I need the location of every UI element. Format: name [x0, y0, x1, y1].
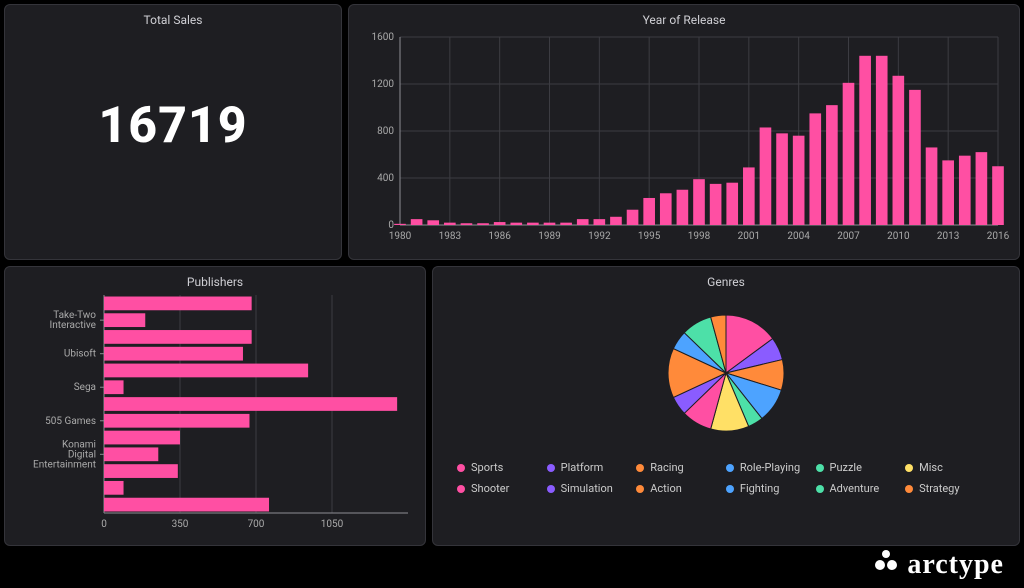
svg-text:700: 700: [248, 519, 265, 530]
legend-dot-icon: [547, 464, 555, 472]
legend-label: Racing: [650, 461, 683, 474]
svg-text:2010: 2010: [887, 231, 910, 242]
legend-label: Misc: [919, 461, 943, 474]
year-bar-chart: 0 400 800 1200 1600 1980 1983 1986 1989 1992 1995 1…: [354, 27, 1014, 247]
svg-text:Ubisoft: Ubisoft: [64, 348, 96, 360]
legend-dot-icon: [547, 485, 555, 493]
svg-text:1998: 1998: [688, 231, 711, 242]
svg-text:2001: 2001: [738, 231, 760, 242]
svg-text:1200: 1200: [372, 79, 395, 90]
svg-text:1600: 1600: [372, 32, 395, 43]
svg-text:Sega: Sega: [74, 382, 96, 393]
legend-label: Action: [650, 482, 682, 495]
card-total-sales: Total Sales 16719: [4, 4, 342, 260]
legend-dot-icon: [457, 464, 465, 472]
svg-text:350: 350: [172, 519, 189, 530]
legend-item[interactable]: Adventure: [816, 478, 906, 499]
legend-item[interactable]: Strategy: [905, 478, 995, 499]
legend-item[interactable]: Puzzle: [816, 457, 906, 478]
legend-item[interactable]: Action: [636, 478, 726, 499]
legend-dot-icon: [905, 464, 913, 472]
svg-text:2016: 2016: [987, 231, 1010, 242]
brand-logo: arctype: [873, 548, 1004, 582]
card-title: Total Sales: [5, 13, 341, 27]
legend-dot-icon: [457, 485, 465, 493]
svg-text:2004: 2004: [787, 231, 810, 242]
svg-text:1986: 1986: [488, 231, 511, 242]
legend-item[interactable]: Simulation: [547, 478, 637, 499]
legend-dot-icon: [726, 485, 734, 493]
genres-legend: Sports Platform Racing Role-Playing Puzzle Mi…: [433, 457, 1019, 511]
card-title: Year of Release: [349, 13, 1019, 27]
svg-text:2013: 2013: [937, 231, 959, 242]
svg-text:800: 800: [377, 126, 394, 137]
legend-item[interactable]: Racing: [636, 457, 726, 478]
svg-text:400: 400: [377, 173, 394, 184]
card-genres: Genres Sports Platform Racing Role-Playing P…: [432, 266, 1020, 546]
legend-label: Role-Playing: [740, 461, 800, 474]
legend-label: Fighting: [740, 482, 780, 495]
legend-label: Shooter: [471, 482, 509, 495]
card-title: Genres: [433, 275, 1019, 289]
brand-text: arctype: [907, 549, 1004, 581]
legend-item[interactable]: Role-Playing: [726, 457, 816, 478]
card-year-of-release: Year of Release 0 400 800 1200 1600 1980 1983 1…: [348, 4, 1020, 260]
legend-item[interactable]: Platform: [547, 457, 637, 478]
svg-text:1995: 1995: [638, 231, 661, 242]
svg-text:0: 0: [101, 519, 107, 530]
legend-dot-icon: [636, 485, 644, 493]
legend-dot-icon: [816, 464, 824, 472]
svg-text:1983: 1983: [439, 231, 461, 242]
pie-wrap: [433, 289, 1019, 457]
genres-pie-chart: [661, 308, 791, 438]
legend-dot-icon: [816, 485, 824, 493]
legend-dot-icon: [636, 464, 644, 472]
legend-label: Adventure: [830, 482, 880, 495]
svg-text:Interactive: Interactive: [50, 320, 96, 331]
legend-item[interactable]: Sports: [457, 457, 547, 478]
card-title: Publishers: [5, 275, 425, 289]
legend-label: Puzzle: [830, 461, 862, 474]
svg-text:1992: 1992: [588, 231, 611, 242]
total-sales-value: 16719: [5, 97, 341, 155]
legend-item[interactable]: Shooter: [457, 478, 547, 499]
svg-text:1989: 1989: [538, 231, 560, 242]
svg-text:1980: 1980: [389, 231, 412, 242]
svg-text:505 Games: 505 Games: [45, 416, 96, 427]
svg-text:2007: 2007: [837, 231, 860, 242]
legend-label: Strategy: [919, 482, 959, 495]
svg-text:1050: 1050: [321, 519, 344, 530]
legend-dot-icon: [905, 485, 913, 493]
legend-dot-icon: [726, 464, 734, 472]
legend-item[interactable]: Misc: [905, 457, 995, 478]
publishers-bar-chart: 03507001050Take-TwoInteractiveUbisoftSeg…: [8, 289, 422, 533]
legend-item[interactable]: Fighting: [726, 478, 816, 499]
svg-text:0: 0: [388, 220, 394, 231]
legend-label: Platform: [561, 461, 604, 474]
svg-text:Entertainment: Entertainment: [33, 459, 96, 470]
card-publishers: Publishers 03507001050Take-TwoInteractiv…: [4, 266, 426, 546]
dashboard: Total Sales 16719 Year of Release 0 400 80…: [0, 0, 1024, 588]
legend-label: Simulation: [561, 482, 613, 495]
brand-icon: [873, 548, 899, 582]
legend-label: Sports: [471, 461, 503, 474]
